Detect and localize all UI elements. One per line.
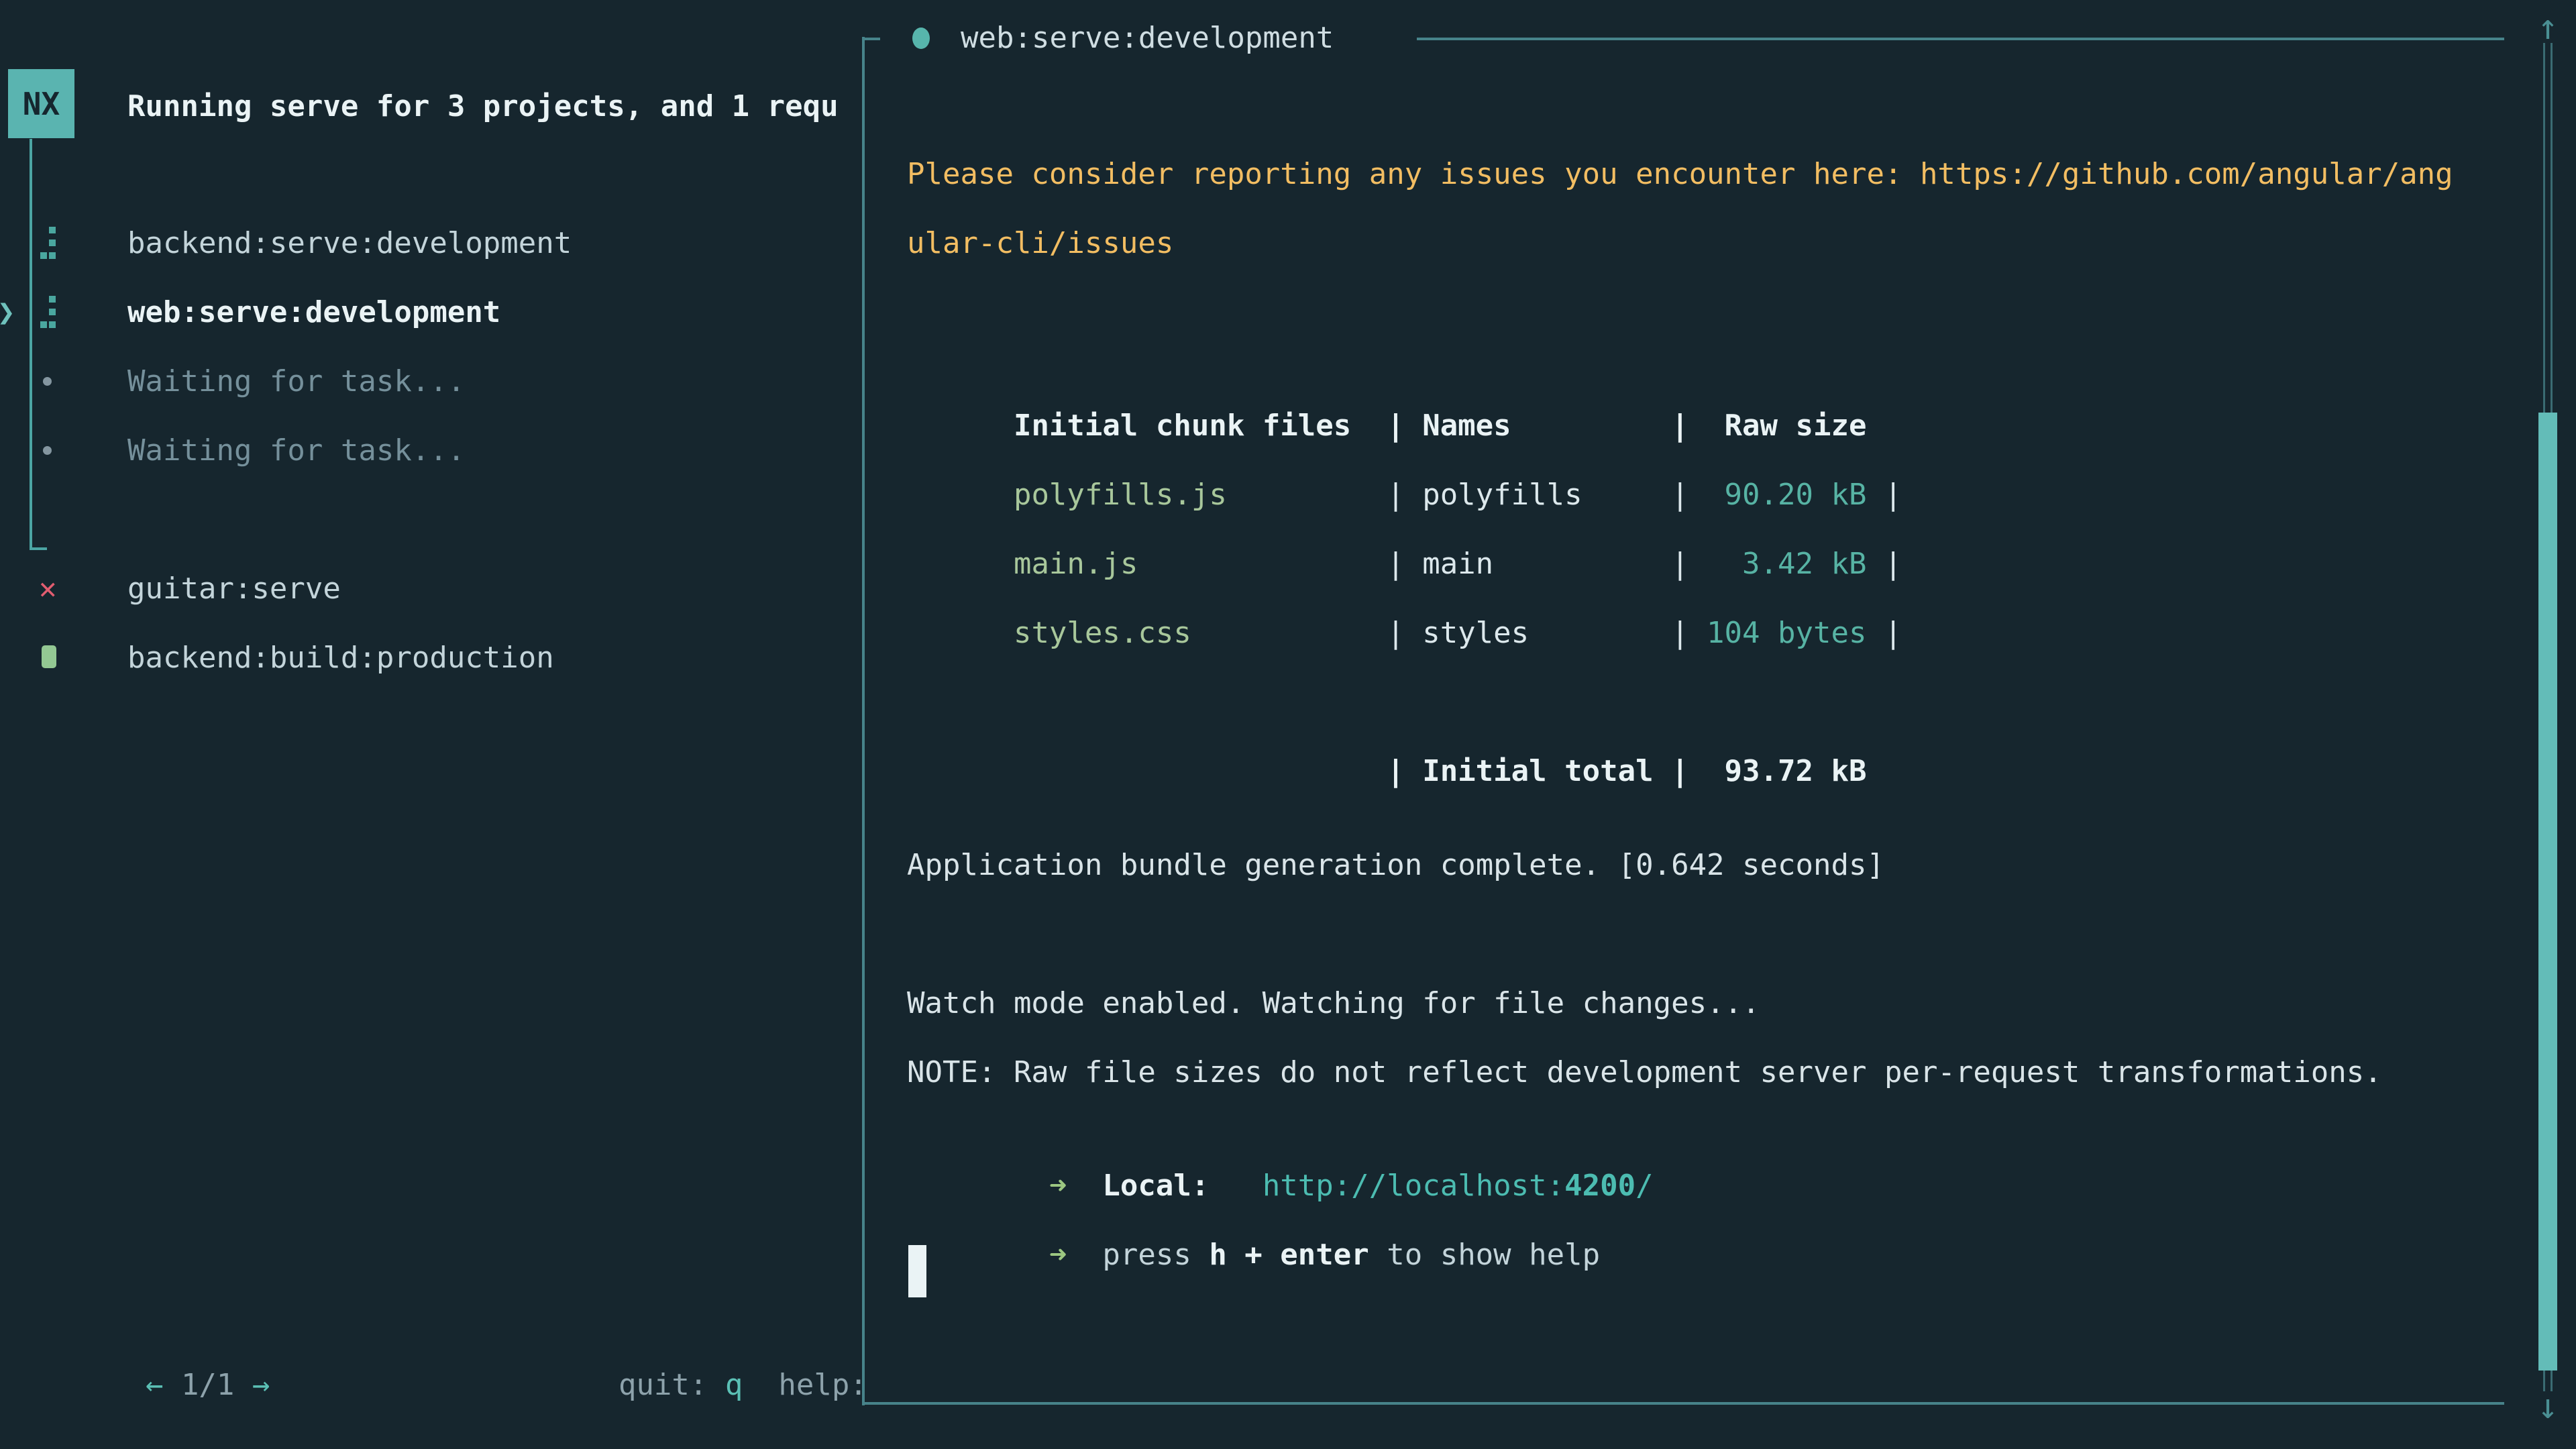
column-divider: | bbox=[1387, 611, 1404, 655]
row-end-divider: | bbox=[1866, 611, 1902, 655]
initial-total-size: 93.72 kB bbox=[1689, 749, 1867, 794]
nx-terminal-ui: NX Running serve for 3 projects, and 1 r… bbox=[0, 0, 2576, 1449]
page-title: Running serve for 3 projects, and 1 requ bbox=[127, 85, 839, 129]
task-tree-guide-corner bbox=[30, 547, 47, 550]
failed-x-icon: ✕ bbox=[39, 567, 57, 611]
table-header-row: Initial chunk files|Names|Raw size bbox=[907, 360, 1866, 404]
table-row: main.js|main|3.42 kB| bbox=[907, 498, 1902, 542]
scrollbar-thumb[interactable] bbox=[2538, 413, 2557, 1371]
sidebar-item-waiting-1: Waiting for task... bbox=[127, 360, 465, 404]
page-next-arrow[interactable]: → bbox=[252, 1368, 270, 1402]
help-hint-post: to show help bbox=[1387, 1238, 1600, 1272]
chunk-raw-size: 104 bytes bbox=[1689, 611, 1867, 655]
column-divider: | bbox=[1671, 611, 1688, 655]
pagination: ←1/1→ bbox=[39, 1319, 270, 1363]
quit-key: q bbox=[725, 1368, 743, 1402]
running-bullet-icon bbox=[912, 28, 930, 49]
sidebar-item-web-serve[interactable]: web:serve:development bbox=[127, 290, 500, 335]
issue-report-notice-line1: Please consider reporting any issues you… bbox=[907, 152, 2453, 197]
table-row: styles.css|styles|104 bytes| bbox=[907, 567, 1902, 611]
spinner-icon bbox=[40, 296, 58, 329]
help-hint-label: help: bbox=[778, 1368, 862, 1402]
initial-total-label: Initial total bbox=[1405, 749, 1671, 794]
waiting-dot-icon bbox=[43, 377, 52, 386]
sidebar-item-backend-build[interactable]: backend:build:production bbox=[127, 636, 554, 680]
task-list-panel: NX Running serve for 3 projects, and 1 r… bbox=[0, 0, 862, 1449]
chunk-file-name: styles.css bbox=[1014, 611, 1387, 655]
table-total-row: |Initial total|93.72 kB bbox=[907, 705, 1866, 749]
chunk-name: styles bbox=[1405, 611, 1671, 655]
sidebar-item-backend-serve[interactable]: backend:serve:development bbox=[127, 221, 572, 266]
column-divider: | bbox=[1387, 749, 1404, 794]
help-hint-pre: press bbox=[1102, 1238, 1191, 1272]
page-prev-arrow[interactable]: ← bbox=[146, 1368, 164, 1402]
page-indicator: 1/1 bbox=[181, 1368, 234, 1402]
waiting-dot-icon bbox=[43, 446, 52, 455]
bundle-complete-message: Application bundle generation complete. … bbox=[907, 843, 1884, 888]
local-server-line: ➜Local:http://localhost:4200/ bbox=[907, 1120, 1654, 1164]
help-hint-line: ➜pressh + enterto show help bbox=[907, 1189, 1600, 1233]
spinner-icon bbox=[40, 227, 58, 260]
issue-report-notice-line2: ular-cli/issues bbox=[907, 221, 1173, 266]
arrow-right-icon: ➜ bbox=[1049, 1238, 1067, 1272]
keybinding-hints: quit:qhelp:? bbox=[512, 1319, 862, 1363]
success-square-icon bbox=[42, 645, 56, 668]
quit-hint-label: quit: bbox=[619, 1368, 707, 1402]
scroll-down-arrow-icon[interactable]: ↓ bbox=[2528, 1385, 2568, 1429]
watch-mode-message: Watch mode enabled. Watching for file ch… bbox=[907, 981, 1760, 1026]
sidebar-item-guitar-serve[interactable]: guitar:serve bbox=[127, 567, 341, 611]
panel-border-left bbox=[862, 37, 865, 1405]
nx-logo: NX bbox=[8, 69, 74, 138]
terminal-cursor bbox=[908, 1245, 926, 1297]
task-tree-guide-line bbox=[30, 139, 32, 549]
sidebar-item-waiting-2: Waiting for task... bbox=[127, 429, 465, 473]
panel-border-bottom bbox=[862, 1402, 2504, 1405]
column-divider: | bbox=[1671, 749, 1688, 794]
raw-size-note: NOTE: Raw file sizes do not reflect deve… bbox=[907, 1051, 2382, 1095]
output-panel-title: web:serve:development bbox=[961, 16, 1334, 60]
table-row: polyfills.js|polyfills|90.20 kB| bbox=[907, 429, 1902, 473]
help-hint-keys: h + enter bbox=[1209, 1238, 1368, 1272]
selected-task-caret-icon: ❯ bbox=[0, 290, 15, 335]
